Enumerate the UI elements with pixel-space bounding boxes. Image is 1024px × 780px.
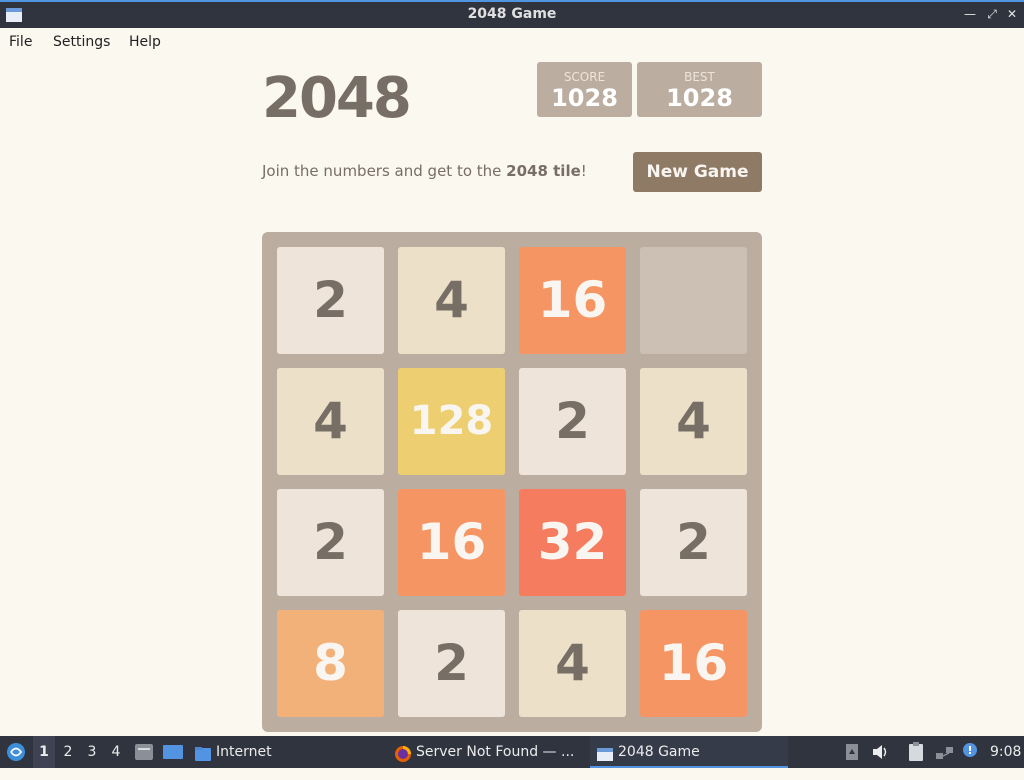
minimize-icon[interactable]: — (962, 6, 978, 22)
tile-8: 8 (277, 610, 384, 717)
score-label: SCORE (563, 70, 606, 84)
tile-4: 4 (640, 368, 747, 475)
folder-icon (194, 743, 212, 761)
maximize-icon[interactable]: ⤢ (984, 6, 1000, 22)
task-2048-label: 2048 Game (618, 744, 700, 760)
menu-help[interactable]: Help (129, 34, 161, 50)
task-internet-label: Internet (216, 744, 272, 760)
workspace-2[interactable]: 2 (57, 736, 79, 768)
tile-2: 2 (519, 368, 626, 475)
game-board[interactable]: 2 4 16 4 128 2 4 2 16 32 2 8 2 4 16 (262, 232, 762, 732)
network-icon[interactable] (934, 736, 956, 768)
score-box: SCORE 1028 (537, 62, 632, 117)
workspace-3[interactable]: 3 (81, 736, 103, 768)
task-firefox[interactable]: Server Not Found — ... (394, 736, 584, 768)
score-value: 1028 (551, 84, 618, 112)
game-intro: Join the numbers and get to the 2048 til… (262, 162, 587, 180)
tile-16: 16 (640, 610, 747, 717)
workspace-4[interactable]: 4 (105, 736, 127, 768)
tile-16: 16 (519, 247, 626, 354)
task-firefox-label: Server Not Found — ... (416, 744, 575, 760)
menu-settings[interactable]: Settings (53, 34, 110, 50)
firefox-icon (394, 743, 412, 762)
tile-2: 2 (277, 489, 384, 596)
window-icon (596, 743, 614, 761)
tile-2: 2 (277, 247, 384, 354)
best-label: BEST (684, 70, 715, 84)
workspace-1[interactable]: 1 (33, 736, 55, 768)
tile-4: 4 (277, 368, 384, 475)
close-icon[interactable]: ✕ (1004, 6, 1020, 22)
window-titlebar: 2048 Game — ⤢ ✕ (0, 0, 1024, 28)
clipboard-icon[interactable] (906, 736, 926, 768)
best-score-box: BEST 1028 (637, 62, 762, 117)
taskbar: 1 2 3 4 Internet Server Not Found — ... … (0, 736, 1024, 768)
show-desktop-icon[interactable] (162, 736, 184, 768)
intro-text: Join the numbers and get to the (262, 162, 507, 180)
tile-32: 32 (519, 489, 626, 596)
tile-2: 2 (398, 610, 505, 717)
start-menu-icon[interactable] (4, 736, 28, 768)
new-game-button[interactable]: New Game (633, 152, 762, 192)
menu-bar: File Settings Help (0, 28, 1024, 58)
tile-128: 128 (398, 368, 505, 475)
tile-4: 4 (519, 610, 626, 717)
tile-4: 4 (398, 247, 505, 354)
tile-2: 2 (640, 489, 747, 596)
intro-suffix: ! (580, 162, 587, 180)
game-title: 2048 (262, 66, 412, 131)
window-title: 2048 Game (467, 6, 557, 22)
eject-icon[interactable] (844, 736, 860, 768)
clock: 9:08 (990, 744, 1022, 760)
volume-icon[interactable] (870, 736, 890, 768)
menu-file[interactable]: File (9, 34, 32, 50)
intro-goal: 2048 tile (506, 162, 581, 180)
task-2048-game[interactable]: 2048 Game (590, 736, 788, 768)
best-value: 1028 (666, 84, 733, 112)
task-internet[interactable]: Internet (194, 736, 304, 768)
notification-icon[interactable] (960, 736, 980, 768)
board-cell (640, 247, 747, 354)
tile-16: 16 (398, 489, 505, 596)
file-manager-icon[interactable] (134, 736, 154, 768)
